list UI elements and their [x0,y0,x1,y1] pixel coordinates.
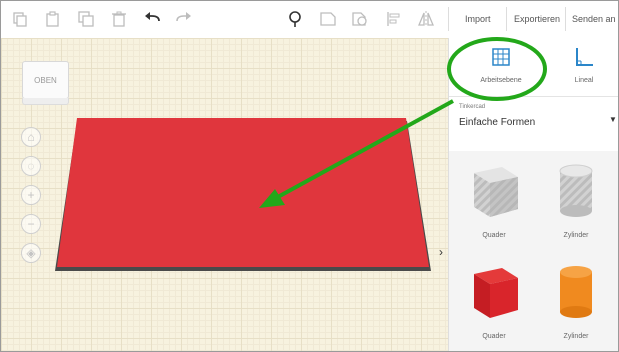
shape-caption: Zylinder [563,232,589,239]
ruler-tool-button[interactable]: Lineal [549,46,618,84]
workplane-svg [55,118,431,271]
box-red-icon [474,268,518,318]
shape-caption: Quader [482,333,506,340]
redo-icon[interactable] [174,10,192,28]
shape-tile[interactable]: Zylinder [536,262,616,340]
panel-divider [449,96,618,97]
library-source-label: Tinkercad [459,104,486,110]
ruler-icon [576,48,593,66]
shape-caption: Quader [482,232,506,239]
shape-tile[interactable]: Quader [454,161,534,239]
toolbar: Import Exportieren Senden an [1,1,618,39]
shape-library-grid: Quader Zylinder Quader Zylinder [449,151,618,351]
send-to-button[interactable]: Senden an [572,11,616,27]
workplane-icon [492,48,510,66]
ruler-label: Lineal [574,77,594,84]
mirror-icon[interactable] [417,10,435,28]
shape-duplicate-icon[interactable] [351,10,369,28]
duplicate-icon[interactable] [78,10,94,28]
workplane-canvas[interactable]: OBEN ⌂ ◌ + − ◈ [1,38,448,351]
workplane-label: Arbeitsebene [480,77,522,84]
paste-icon[interactable] [45,10,61,28]
workplane-tool-button[interactable]: Arbeitsebene [466,46,536,84]
app-window: Import Exportieren Senden an OBEN ⌂ ◌ + … [0,0,619,352]
right-panel: Arbeitsebene Lineal Tinkercad Einfache F… [448,38,618,351]
cylinder-orange-icon [560,266,592,318]
toolbar-separator [448,7,449,31]
toolbar-separator [506,7,507,31]
copy-icon[interactable] [12,10,28,28]
shape-tile[interactable]: Zylinder [536,161,616,239]
export-button[interactable]: Exportieren [514,11,560,27]
lightbulb-icon[interactable] [287,10,303,28]
undo-icon[interactable] [144,10,162,28]
trash-icon[interactable] [111,10,127,28]
toolbar-separator [565,7,566,31]
shape-library-select[interactable]: Einfache Formen [459,117,535,128]
cylinder-striped-icon [559,164,593,217]
box-striped-icon [474,167,518,217]
import-button[interactable]: Import [465,11,491,27]
dropdown-caret-icon[interactable]: ▼ [609,115,617,124]
panel-collapse-icon[interactable]: › [439,245,443,259]
align-icon[interactable] [386,10,402,28]
workplane-plate [57,118,429,267]
shape-caption: Zylinder [563,333,589,340]
shape-tile[interactable]: Quader [454,262,534,340]
shape-icon[interactable] [319,10,337,28]
